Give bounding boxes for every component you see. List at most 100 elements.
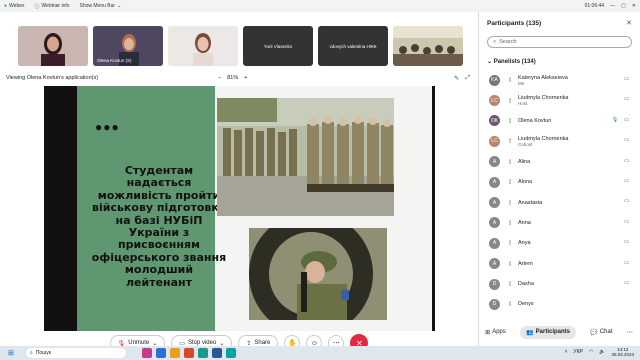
video-tile[interactable]: Yurii Vlasenko <box>243 26 313 66</box>
video-tile[interactable] <box>18 26 88 66</box>
close-icon[interactable]: ✕ <box>632 3 636 9</box>
apps-icon: ⊞ <box>485 329 491 336</box>
avatar: A <box>489 156 500 168</box>
chevron-down-icon: ⌄ <box>117 3 122 9</box>
tab-apps[interactable]: ⊞ Apps <box>485 329 506 336</box>
show-menu-bar-toggle[interactable]: Show Menu Bar ⌄ <box>80 3 122 9</box>
video-camera-icon: ▭ <box>624 218 629 225</box>
zoom-out-icon[interactable]: − <box>218 75 221 81</box>
video-strip: Olena Kovtun (S) Yurii Vlasenko vdovych … <box>18 26 463 66</box>
fullscreen-icon[interactable]: ⤢ <box>465 75 470 82</box>
phone-icon: ▯ <box>508 97 512 104</box>
phone-icon: ▯ <box>508 199 512 206</box>
meeting-stage: Olena Kovtun (S) Yurii Vlasenko vdovych … <box>0 12 478 352</box>
chat-icon: 💬 <box>590 329 598 336</box>
phone-icon: ▯ <box>508 77 512 84</box>
list-item[interactable]: LC ▯ Liudmyla Chornenka Cohost ▭ <box>483 131 635 151</box>
webex-menu[interactable]: ● Webex <box>4 3 25 9</box>
zoom-in-icon[interactable]: + <box>244 75 247 81</box>
panel-tabs: ⊞ Apps 👥 Participants 💬 Chat ⋯ <box>478 322 640 342</box>
webinar-info-menu[interactable]: ⓘ Webinar info <box>35 3 70 10</box>
list-item[interactable]: OK ▯ Olena Kovtun 🎙 ▭ <box>483 111 635 131</box>
chevron-down-icon: ⌄ <box>487 59 493 65</box>
system-tray: ˄ УКР ◠ 🔈 14:12 28.02.2023 <box>565 347 635 357</box>
clock[interactable]: 14:12 28.02.2023 <box>611 347 634 357</box>
video-tile[interactable]: Olena Kovtun (S) <box>93 26 163 66</box>
wifi-icon[interactable]: ◠ <box>589 349 593 355</box>
list-item[interactable]: A ▯ Artem ▭ <box>483 254 635 274</box>
phone-icon: ▯ <box>508 179 512 186</box>
taskbar-search[interactable]: ⌕ Пошук <box>26 348 126 358</box>
avatar: OK <box>489 115 500 127</box>
video-camera-icon: ▭ <box>624 76 629 82</box>
tab-chat[interactable]: 💬 Chat <box>590 329 612 336</box>
tab-participants[interactable]: 👥 Participants <box>520 325 577 339</box>
maximize-icon[interactable]: ▢ <box>621 3 626 9</box>
panelists-header[interactable]: ⌄ Panelists (134) <box>487 58 536 65</box>
list-item[interactable]: A ▯ Anna ▭ <box>483 213 635 233</box>
video-tile[interactable]: vdovych valentina НЖК <box>318 26 388 66</box>
participant-list: KA ▯ Kateryna Alekseieva Me ▭ LC ▯ Liudmyla Ch… <box>483 70 635 315</box>
list-item[interactable]: A ▯ Alona ▭ <box>483 172 635 192</box>
windows-start-icon[interactable]: ⊞ <box>8 349 14 357</box>
list-item[interactable]: D ▯ Dasha ▭ <box>483 274 635 294</box>
app-icon[interactable] <box>142 348 152 358</box>
video-camera-icon: ▭ <box>624 177 629 184</box>
annotate-icon[interactable]: ✎ <box>454 75 459 82</box>
avatar: A <box>489 217 500 229</box>
soldiers-photo <box>217 98 394 216</box>
avatar: D <box>489 278 500 290</box>
video-camera-icon: ▭ <box>624 157 629 164</box>
list-item[interactable]: A ▯ Anastasia ▭ <box>483 192 635 212</box>
list-item[interactable]: A ▯ Anya ▭ <box>483 233 635 253</box>
zoom-level: 81% <box>227 75 239 81</box>
soldier-aiming-photo <box>249 228 387 320</box>
phone-icon: ▯ <box>508 219 512 226</box>
avatar: A <box>489 176 500 188</box>
participant-video <box>168 26 238 66</box>
minimize-icon[interactable]: — <box>610 3 615 9</box>
app-icon[interactable] <box>170 348 180 358</box>
participant-video <box>18 26 88 66</box>
search-icon: ⌕ <box>30 350 33 356</box>
video-tile[interactable] <box>393 26 463 66</box>
avatar: LC <box>489 95 500 107</box>
video-camera-icon: ▭ <box>624 239 629 246</box>
list-item[interactable]: KA ▯ Kateryna Alekseieva Me ▭ <box>483 70 635 90</box>
participants-panel: Participants (135) ✕ ⌕ Search ⌄ Panelist… <box>478 12 640 346</box>
viewing-label: Viewing Olena Kovtun's application(s) <box>6 75 99 81</box>
chevron-up-icon[interactable]: ˄ <box>565 349 568 355</box>
list-item[interactable]: A ▯ Alina ▭ <box>483 152 635 172</box>
video-camera-icon: ▭ <box>624 198 629 205</box>
video-camera-icon: ▭ <box>624 259 629 266</box>
phone-icon: ▯ <box>508 240 512 247</box>
phone-icon: ▯ <box>508 117 512 124</box>
video-camera-icon: ▭ <box>624 116 629 123</box>
list-item[interactable]: LC ▯ Liudmyla Chornenka Host ▭ <box>483 90 635 110</box>
video-camera-icon: ▭ <box>624 96 629 103</box>
participant-search[interactable]: ⌕ Search <box>487 36 632 48</box>
webex-app-icon[interactable] <box>226 348 236 358</box>
app-icon[interactable] <box>156 348 166 358</box>
app-icon[interactable] <box>184 348 194 358</box>
view-tools: ✎ ⤢ <box>454 75 470 82</box>
phone-icon: ▯ <box>508 158 512 165</box>
video-tile[interactable] <box>168 26 238 66</box>
avatar: LC <box>489 135 500 147</box>
avatar: KA <box>489 74 500 86</box>
app-icon[interactable] <box>198 348 208 358</box>
lang-indicator[interactable]: УКР <box>573 349 582 355</box>
volume-icon[interactable]: 🔈 <box>599 349 605 355</box>
app-menu-bar: ● Webex ⓘ Webinar info Show Menu Bar ⌄ 01:0… <box>0 0 640 12</box>
zoom-control[interactable]: − 81% + <box>218 75 247 81</box>
avatar: D <box>489 298 500 310</box>
close-panel-icon[interactable]: ✕ <box>626 19 632 27</box>
list-item[interactable]: D ▯ Denys <box>483 294 635 314</box>
slide-text: Студентам надається можливість пройти ві… <box>91 164 227 289</box>
windows-taskbar: ⊞ ⌕ Пошук ˄ УКР ◠ 🔈 14:12 28.02.2023 <box>0 346 640 360</box>
phone-icon: ▯ <box>508 138 512 145</box>
mic-on-icon: 🎙 <box>611 116 619 123</box>
more-tabs[interactable]: ⋯ <box>627 329 633 336</box>
app-icon[interactable] <box>212 348 222 358</box>
webex-logo-icon: ● <box>4 3 8 9</box>
